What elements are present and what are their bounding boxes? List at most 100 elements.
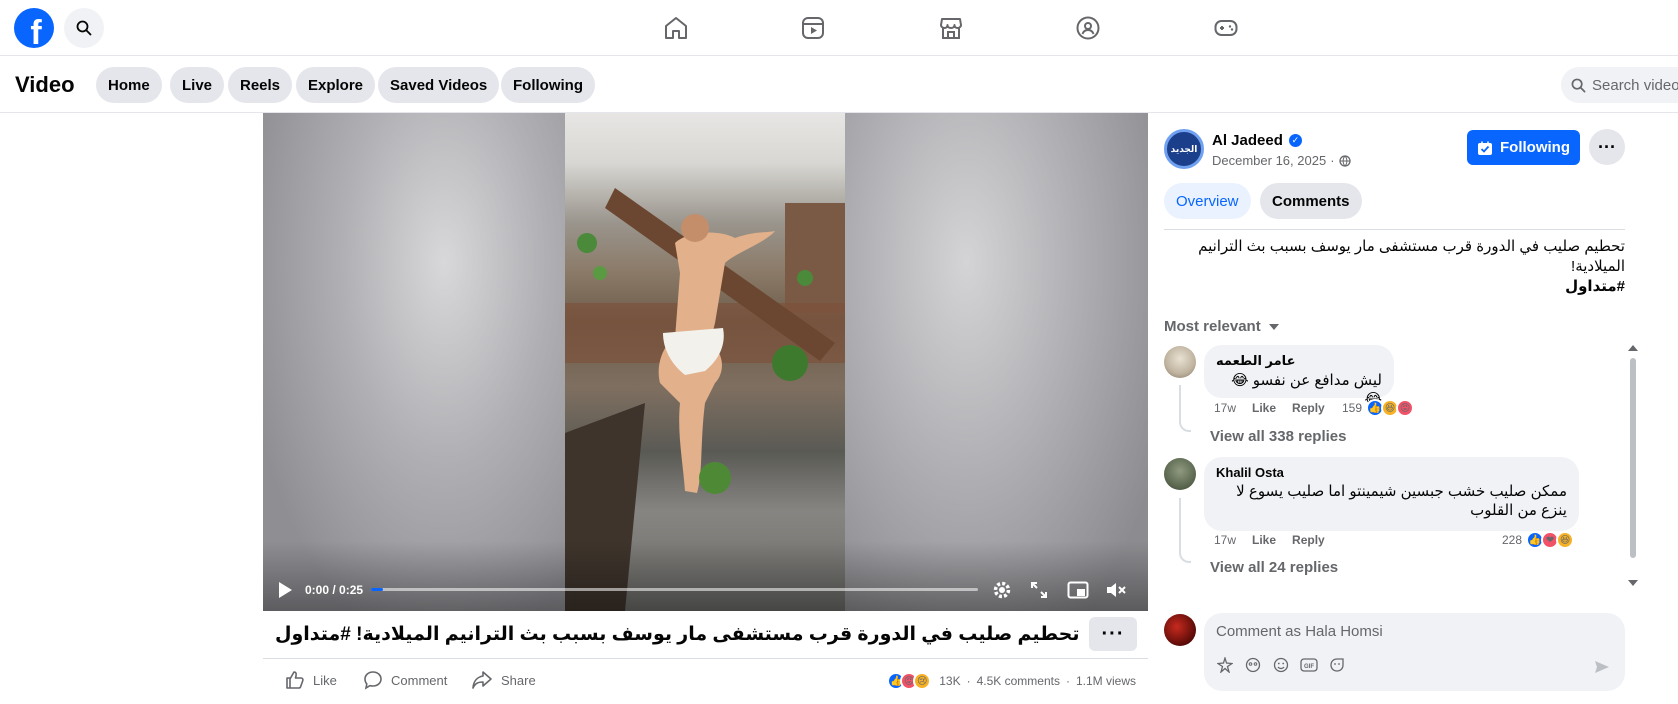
verified-badge-icon: ✓ <box>1288 134 1302 147</box>
tab-following[interactable]: Following <box>501 67 595 103</box>
gaming-icon <box>1214 20 1238 36</box>
nav-home[interactable] <box>658 10 694 46</box>
play-icon <box>279 582 292 598</box>
comment-input[interactable]: Comment as Hala Homsi <box>1216 623 1383 640</box>
tab-home[interactable]: Home <box>96 67 162 103</box>
comment-reply-button[interactable]: Reply <box>1292 401 1325 415</box>
video-icon <box>802 17 824 39</box>
comment-time[interactable]: 17w <box>1214 401 1236 415</box>
facebook-logo-letter: f <box>30 14 42 48</box>
settings-button[interactable] <box>992 579 1012 601</box>
page-more-button[interactable]: ··· <box>1589 129 1625 165</box>
nav-groups[interactable] <box>1070 10 1106 46</box>
current-user-avatar[interactable] <box>1164 614 1196 646</box>
like-button[interactable]: Like <box>285 670 337 690</box>
comment-reaction-count: 228 <box>1502 533 1523 547</box>
miniplayer-button[interactable] <box>1067 579 1089 601</box>
globe-icon <box>1338 154 1351 167</box>
fullscreen-icon <box>1031 582 1047 598</box>
stats-separator: · <box>966 674 971 688</box>
avatar-sticker-icon[interactable] <box>1216 656 1234 674</box>
like-label: Like <box>313 672 337 688</box>
video-frame <box>565 113 845 611</box>
emoji-face-icon[interactable] <box>1244 656 1262 674</box>
view-replies-link[interactable]: View all 24 replies <box>1210 559 1338 576</box>
comment-bubble: Khalil Osta ممكن صليب خشب جبسين شيمينتو … <box>1204 457 1579 531</box>
facebook-logo[interactable]: f <box>14 8 54 48</box>
share-icon <box>472 671 492 689</box>
post-date-row: December 16, 2025 · <box>1212 153 1351 168</box>
tab-reels[interactable]: Reels <box>228 67 293 103</box>
share-button[interactable]: Share <box>471 670 536 690</box>
comment-author[interactable]: Khalil Osta <box>1216 465 1567 480</box>
comments-count[interactable]: 4.5K comments <box>977 674 1060 688</box>
search-icon <box>1571 78 1586 92</box>
comment-text: ممكن صليب خشب جبسين شيمينتو اما صليب يسو… <box>1236 483 1567 519</box>
emoji-icon[interactable] <box>1272 656 1290 674</box>
video-player[interactable]: 0:00 / 0:25 <box>263 113 1148 611</box>
nav-video[interactable] <box>795 10 831 46</box>
play-button[interactable] <box>277 579 293 601</box>
miniplayer-icon <box>1067 581 1089 599</box>
sad-reaction-icon: 😢 <box>913 672 932 690</box>
tab-explore[interactable]: Explore <box>296 67 376 103</box>
page-avatar[interactable]: الجديد <box>1164 129 1204 169</box>
scroll-up-arrow-icon[interactable] <box>1628 345 1638 351</box>
video-progress-fill <box>371 588 384 591</box>
svg-text:GIF: GIF <box>1304 664 1314 670</box>
comment-meta: 17w Like Reply <box>1214 533 1325 547</box>
video-blur-right <box>845 113 1148 611</box>
comment-composer[interactable]: Comment as Hala Homsi GIF <box>1204 613 1625 691</box>
scrollbar-thumb[interactable] <box>1630 358 1636 558</box>
video-side-panel: الجديد Al Jadeed ✓ December 16, 2025 · F… <box>1148 113 1678 704</box>
video-search-input[interactable]: Search videos <box>1561 67 1678 103</box>
comment-like-button[interactable]: Like <box>1252 533 1276 547</box>
video-frame-image <box>565 188 845 611</box>
comment-author-avatar[interactable] <box>1164 346 1196 378</box>
video-progress-bar[interactable] <box>371 588 978 591</box>
page-title: Video <box>15 72 75 97</box>
nav-gaming[interactable] <box>1208 10 1244 46</box>
comment-reply-button[interactable]: Reply <box>1292 533 1325 547</box>
composer-toolbar: GIF <box>1216 656 1346 674</box>
video-title: تحطيم صليب في الدورة قرب مستشفى مار يوسف… <box>275 624 1080 645</box>
comment-like-button[interactable]: Like <box>1252 401 1276 415</box>
search-icon <box>76 20 92 36</box>
video-time: 0:00 / 0:25 <box>305 583 364 597</box>
sticker-icon[interactable] <box>1328 656 1346 674</box>
tab-live[interactable]: Live <box>170 67 225 103</box>
tab-overview[interactable]: Overview <box>1164 183 1251 219</box>
description-hashtag[interactable]: #متداول <box>1164 277 1625 297</box>
scroll-down-arrow-icon[interactable] <box>1628 580 1638 586</box>
following-button[interactable]: Following <box>1467 130 1580 165</box>
following-label: Following <box>1500 139 1570 156</box>
video-search-placeholder: Search videos <box>1592 76 1678 94</box>
tab-saved-videos[interactable]: Saved Videos <box>378 67 500 103</box>
fullscreen-button[interactable] <box>1030 579 1048 601</box>
comment-reactions[interactable]: 228 👍 ❤ 😆 <box>1502 531 1575 549</box>
comment-author[interactable]: عامر الطعمه <box>1216 353 1382 369</box>
mute-button[interactable] <box>1105 579 1127 601</box>
comment-time[interactable]: 17w <box>1214 533 1236 547</box>
comment-reaction-count: 159 <box>1342 401 1363 415</box>
comment-reactions[interactable]: 159 👍 😆 😡 <box>1342 399 1415 417</box>
post-date[interactable]: December 16, 2025 <box>1212 153 1326 168</box>
video-stats: 👍 😡 😢 13K · 4.5K comments · 1.1M views <box>887 672 1136 690</box>
comment-meta: 17w Like Reply <box>1214 401 1325 415</box>
gif-icon[interactable]: GIF <box>1300 656 1318 674</box>
video-header: Video Home Live Reels Explore Saved Vide… <box>0 57 1678 113</box>
comment-author-avatar[interactable] <box>1164 458 1196 490</box>
tab-comments[interactable]: Comments <box>1260 183 1362 219</box>
send-icon[interactable] <box>1593 658 1611 676</box>
search-button[interactable] <box>64 8 104 48</box>
comment-button[interactable]: Comment <box>363 670 447 690</box>
page-name[interactable]: Al Jadeed <box>1212 132 1283 149</box>
nav-marketplace[interactable] <box>933 10 969 46</box>
views-count: 1.1M views <box>1075 674 1136 688</box>
video-caption-row: تحطيم صليب في الدورة قرب مستشفى مار يوسف… <box>263 611 1148 659</box>
view-replies-link[interactable]: View all 338 replies <box>1210 428 1346 445</box>
video-more-button[interactable]: ··· <box>1089 617 1137 651</box>
reaction-count[interactable]: 13K <box>939 674 960 688</box>
comment-sort-dropdown[interactable]: Most relevant <box>1164 318 1279 335</box>
share-label: Share <box>501 672 536 688</box>
